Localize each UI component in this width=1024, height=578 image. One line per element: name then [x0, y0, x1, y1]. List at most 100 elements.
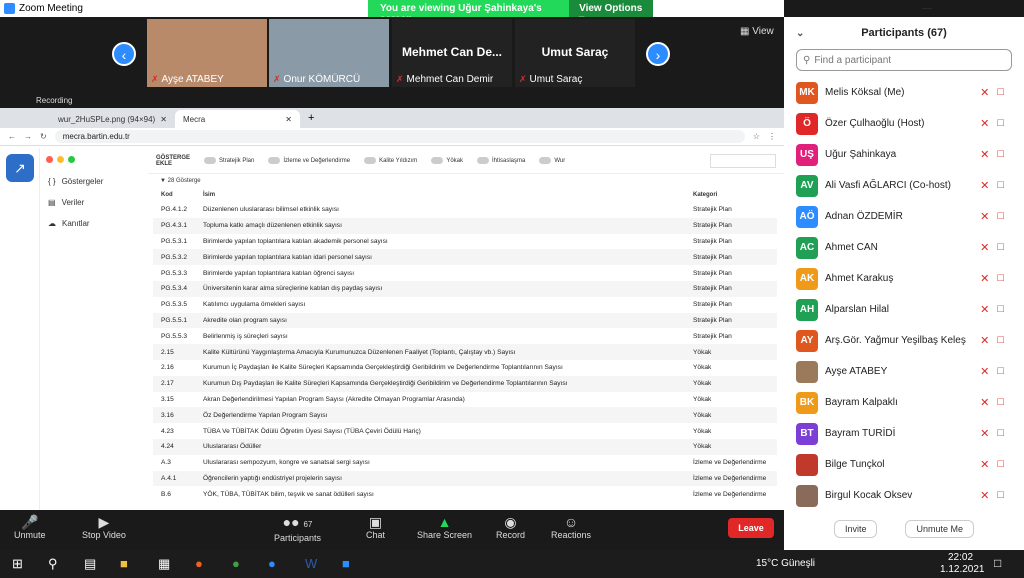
video-tile[interactable]: Umut Saraç ✗ Umut Saraç — [515, 19, 635, 87]
add-indicator-label[interactable]: GÖSTERGE EKLE — [156, 155, 190, 167]
notification-icon[interactable]: □ — [994, 556, 1001, 570]
next-page-button[interactable]: › — [646, 42, 670, 66]
participant-row[interactable]: Ö Özer Çulhaoğlu (Host) ✕ □ — [784, 108, 1024, 139]
bookmark-icon[interactable]: ☆ — [753, 132, 760, 141]
toggle-izleme[interactable]: İzleme ve Değerlendirme — [268, 157, 350, 164]
table-row[interactable]: PG.5.3.2 Birimlerde yapılan toplantılara … — [153, 249, 777, 266]
participant-row[interactable]: AV Ali Vasfi AĞLARCI (Co-host) ✕ □ — [784, 170, 1024, 201]
url-field[interactable]: mecra.bartin.edu.tr — [54, 130, 745, 143]
participant-row[interactable]: MK Melis Köksal (Me) ✕ □ — [784, 77, 1024, 108]
avatar: MK — [796, 81, 818, 104]
record-button[interactable]: ◉ Record — [496, 514, 525, 540]
table-row[interactable]: PG.5.5.1 Akredite olan program sayısı Stra… — [153, 312, 777, 329]
minimize-icon[interactable]: — — [922, 3, 932, 14]
weather-label[interactable]: 15°C Güneşli — [756, 558, 815, 569]
table-row[interactable]: 4.24 Uluslararası Ödüller Yökak — [153, 438, 777, 455]
table-row[interactable]: 2.16 Kurumun İç Paydaşları ile Kalite Sür… — [153, 360, 777, 376]
store-icon[interactable]: ▦ — [158, 556, 170, 572]
edge-icon[interactable]: ● — [268, 556, 276, 571]
participant-row[interactable]: AY Arş.Gör. Yağmur Yeşilbaş Keleş ✕ □ — [784, 325, 1024, 356]
close-icon[interactable]: ✕ — [285, 115, 292, 124]
invite-button[interactable]: Invite — [833, 520, 878, 538]
close-icon[interactable]: ✕ — [160, 115, 167, 124]
avatar: BK — [796, 391, 818, 414]
toggle-wur[interactable]: Wur — [539, 157, 565, 164]
participant-row[interactable]: AÖ Adnan ÖZDEMİR ✕ □ — [784, 201, 1024, 232]
sidebar-item-gostergeler[interactable]: { } Göstergeler — [40, 171, 148, 192]
windows-start-icon[interactable]: ⊞ — [12, 556, 23, 572]
reactions-button[interactable]: ☺ Reactions — [551, 514, 591, 540]
prev-page-button[interactable]: ‹ — [112, 42, 136, 66]
cloud-icon: ☁ — [48, 219, 56, 228]
col-kategori[interactable]: Kategori — [685, 188, 777, 202]
participant-row[interactable]: BT Bayram TURİDİ ✕ □ — [784, 418, 1024, 449]
search-icon[interactable]: ⚲ — [48, 556, 58, 572]
table-row[interactable]: 3.16 Öz Değerlendirme Yapılan Program Say… — [153, 407, 777, 424]
stop-video-button[interactable]: ▶ Stop Video — [82, 514, 126, 540]
participant-row[interactable]: Ayşe ATABEY ✕ □ — [784, 356, 1024, 387]
participant-row[interactable]: BK Bayram Kalpaklı ✕ □ — [784, 387, 1024, 418]
table-row[interactable]: PG.4.3.1 Topluma katkı amaçlı düzenlenen … — [153, 217, 777, 234]
table-row[interactable]: PG.5.3.4 Üniversitenin karar alma süreçle… — [153, 280, 777, 297]
view-options-button[interactable]: View Options ▾ — [569, 0, 653, 25]
menu-icon[interactable]: ⋮ — [768, 132, 776, 141]
new-tab-icon[interactable]: + — [300, 108, 322, 128]
participant-row[interactable]: Birgul Kocak Oksev ✕ □ — [784, 480, 1024, 511]
table-row[interactable]: PG.5.3.5 Katılımcı uygulama örnekleri say… — [153, 297, 777, 313]
zoom-taskbar-icon[interactable]: ■ — [342, 556, 350, 571]
clock-time[interactable]: 22:02 — [948, 552, 973, 563]
firefox-icon[interactable]: ● — [195, 556, 203, 571]
toggle-stratejik[interactable]: Stratejik Plan — [204, 157, 254, 164]
task-view-icon[interactable]: ▤ — [84, 556, 96, 572]
toggle-ihtisaslasma[interactable]: İhtisaslaşma — [477, 157, 525, 164]
participant-row[interactable]: UŞ Uğur Şahinkaya ✕ □ — [784, 139, 1024, 170]
word-icon[interactable]: W — [305, 556, 317, 571]
mecra-logo-icon[interactable]: ↗ — [6, 154, 34, 182]
table-row[interactable]: PG.5.3.1 Birimlerde yapılan toplantılara … — [153, 234, 777, 250]
participant-row[interactable]: AC Ahmet CAN ✕ □ — [784, 232, 1024, 263]
col-isim[interactable]: İsim — [195, 188, 685, 202]
clock-date[interactable]: 1.12.2021 — [940, 564, 985, 575]
unmute-button[interactable]: 🎤 Unmute — [14, 514, 46, 540]
table-row[interactable]: A.4.1 Öğrencilerin yaptığı endüstriyel pr… — [153, 470, 777, 487]
mic-muted-icon: ✗ — [273, 74, 281, 84]
table-row[interactable]: 2.15 Kalite Kültürünü Yaygınlaştırma Amac… — [153, 344, 777, 360]
table-search-input[interactable] — [710, 153, 776, 168]
participants-button[interactable]: ●● 67 Participants — [274, 514, 321, 543]
video-tile[interactable]: ✗ Onur KÖMÜRCÜ — [269, 19, 389, 87]
sidebar-item-veriler[interactable]: ▤ Veriler — [40, 192, 148, 213]
folder-icon[interactable]: ■ — [120, 556, 128, 571]
forward-icon[interactable]: → — [24, 132, 32, 141]
back-icon[interactable]: ← — [8, 132, 16, 141]
view-options-label: View Options — [579, 3, 643, 14]
table-row[interactable]: PG.5.3.3 Birimlerde yapılan toplantılara … — [153, 265, 777, 281]
toggle-kalite[interactable]: Kalite Yıldızım — [364, 157, 417, 164]
chevron-down-icon[interactable]: ⌄ — [796, 28, 804, 39]
leave-button[interactable]: Leave — [728, 518, 774, 538]
cell-category: Stratejik Plan — [685, 249, 777, 266]
sidebar-item-kanitlar[interactable]: ☁ Kanıtlar — [40, 213, 148, 234]
participant-row[interactable]: Bilge Tunçkol ✕ □ — [784, 449, 1024, 480]
video-tile[interactable]: Mehmet Can De... ✗ Mehmet Can Demir — [392, 19, 512, 87]
table-row[interactable]: 3.15 Akran Değerlendirilmesi Yapılan Prog… — [153, 392, 777, 408]
table-row[interactable]: A.3 Uluslararası sempozyum, kongre ve san… — [153, 455, 777, 471]
view-button[interactable]: ▦ View — [740, 26, 774, 37]
table-row[interactable]: 2.17 Kurumun Dış Paydaşları ile Kalite Sü… — [153, 375, 777, 392]
chrome-icon[interactable]: ● — [232, 556, 240, 571]
table-row[interactable]: B.6 YÖK, TÜBA, TÜBİTAK bilim, teşvik ve s… — [153, 486, 777, 502]
col-kod[interactable]: Kod — [153, 188, 195, 202]
toggle-yokak[interactable]: Yökak — [431, 157, 463, 164]
participant-row[interactable]: AH Alparslan Hilal ✕ □ — [784, 294, 1024, 325]
video-tile[interactable]: ✗ Ayşe ATABEY — [147, 19, 267, 87]
table-row[interactable]: 4.23 TÜBA Ve TÜBİTAK Ödülü Öğretim Üyesi … — [153, 423, 777, 439]
table-row[interactable]: PG.5.5.3 Belirlenmiş iş süreçleri sayısı S… — [153, 328, 777, 344]
share-screen-button[interactable]: ▲ Share Screen — [417, 514, 472, 540]
participant-row[interactable]: AK Ahmet Karakuş ✕ □ — [784, 263, 1024, 294]
chat-button[interactable]: ▣ Chat — [366, 514, 385, 540]
browser-tab-active[interactable]: Mecra ✕ — [175, 110, 300, 128]
reload-icon[interactable]: ↻ — [40, 132, 47, 141]
browser-tab[interactable]: wur_2HuSPLe.png (94×94) ✕ — [50, 110, 175, 128]
unmute-me-button[interactable]: Unmute Me — [905, 520, 975, 538]
table-row[interactable]: PG.4.1.2 Düzenlenen uluslararası bilimsel… — [153, 202, 777, 218]
participant-search[interactable]: ⚲ Find a participant — [796, 49, 1012, 71]
